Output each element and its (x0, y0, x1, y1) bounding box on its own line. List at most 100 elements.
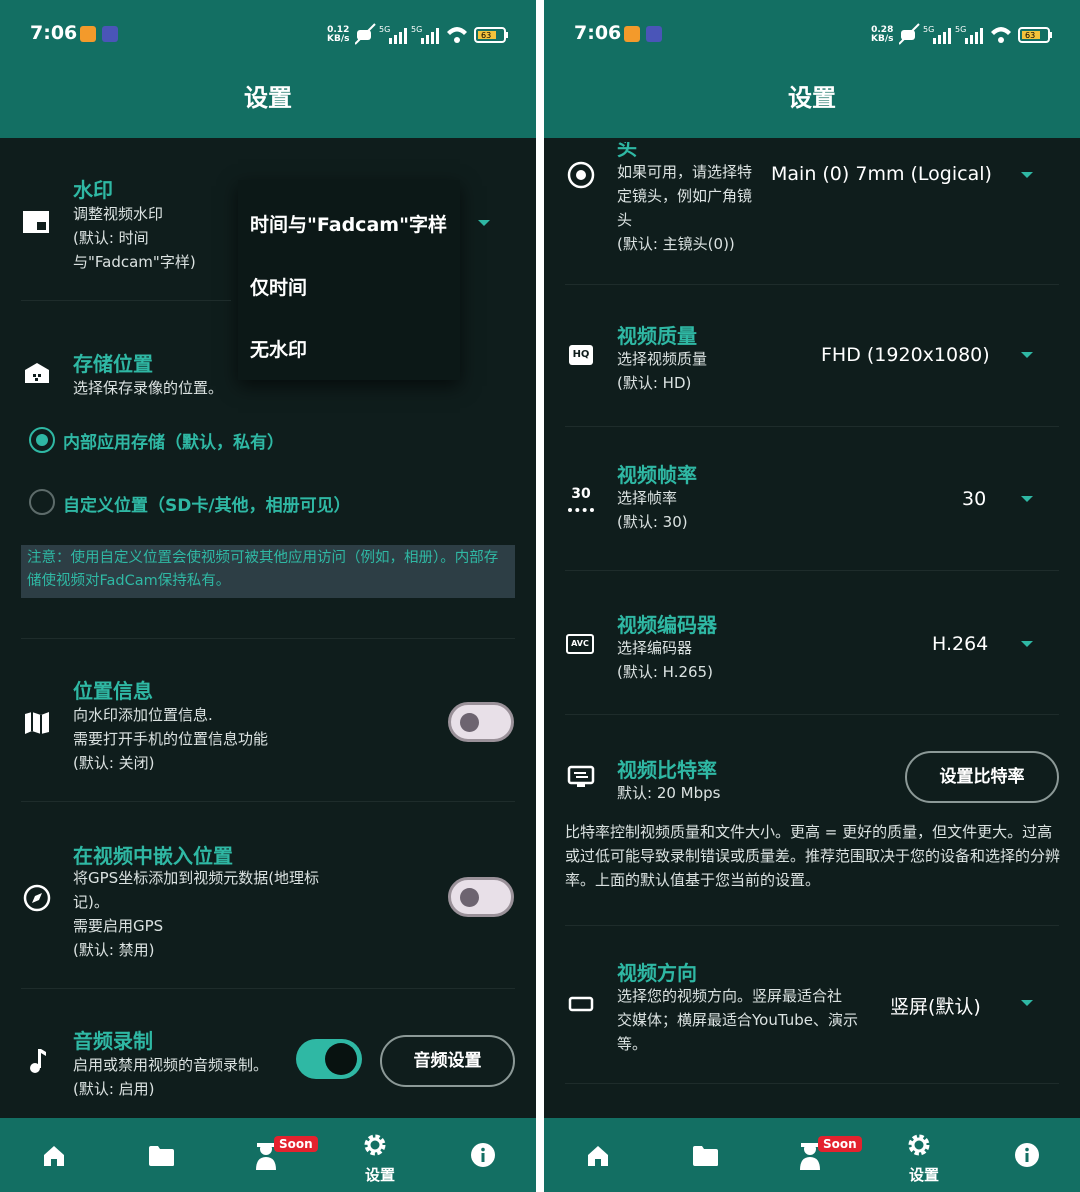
app-notification-icon (80, 26, 96, 42)
audio-default: (默认: 启用) (73, 1080, 155, 1098)
audio-settings-button[interactable]: 音频设置 (380, 1035, 515, 1087)
gear-icon (364, 1134, 386, 1156)
divider (21, 988, 515, 989)
quality-select[interactable]: FHD (1920x1080) (821, 344, 990, 366)
embed-location-desc: 将GPS坐标添加到视频元数据(地理标 (73, 869, 320, 887)
framerate-icon: 30 (568, 486, 594, 512)
watermark-title: 水印 (73, 178, 113, 202)
divider (565, 714, 1059, 715)
nav-settings-label: 设置 (908, 1166, 939, 1184)
storage-title: 存储位置 (73, 352, 153, 376)
lens-default: (默认: 主镜头(0)) (617, 235, 735, 253)
divider (565, 284, 1059, 285)
page-title: 设置 (244, 84, 292, 112)
lens-select[interactable]: Main (0) 7mm (Logical) (771, 163, 992, 185)
audio-title: 音频录制 (73, 1029, 153, 1053)
nav-settings-label: 设置 (364, 1166, 395, 1184)
embed-location-title: 在视频中嵌入位置 (73, 844, 233, 868)
app-bar: 设置 (0, 66, 536, 138)
svg-text:5G: 5G (955, 25, 966, 34)
network-speed: 0.12 KB/s (327, 25, 350, 44)
hq-icon: HQ (569, 345, 593, 365)
codec-title: 视频编码器 (617, 613, 717, 637)
folder-icon[interactable] (692, 1145, 719, 1167)
compass-icon (23, 884, 51, 912)
picture-in-picture-icon (23, 211, 49, 233)
lens-desc: 定镜头，例如广角镜 (617, 187, 753, 205)
svg-text:5G: 5G (923, 25, 934, 34)
bitrate-default: 默认: 20 Mbps (617, 784, 721, 802)
audio-desc: 启用或禁用视频的音频录制。 (73, 1056, 269, 1074)
avc-icon: AVC (566, 634, 594, 654)
home-icon[interactable] (42, 1144, 66, 1168)
info-icon[interactable] (470, 1142, 496, 1168)
app-notification-icon (102, 26, 118, 42)
location-toggle[interactable] (448, 702, 514, 742)
svg-text:63: 63 (1025, 31, 1035, 40)
codec-select[interactable]: H.264 (932, 633, 988, 655)
embed-location-default: (默认: 禁用) (73, 941, 155, 959)
right-screen: 7:06 0.28 KB/s 5G 5G 63 设置 头 如果可用，请选择特 定镜… (544, 0, 1080, 1192)
chevron-down-icon[interactable] (478, 220, 490, 226)
status-icons: 5G 5G 63 (899, 23, 1052, 45)
dropdown-option[interactable]: 仅时间 (250, 273, 307, 300)
svg-text:5G: 5G (379, 25, 390, 34)
bitrate-title: 视频比特率 (617, 758, 717, 782)
divider (565, 426, 1059, 427)
gear-icon (908, 1134, 930, 1156)
page-title: 设置 (788, 84, 836, 112)
quality-title: 视频质量 (617, 324, 697, 348)
chevron-down-icon[interactable] (1021, 496, 1033, 502)
app-notification-icon (646, 26, 662, 42)
quality-default: (默认: HD) (617, 374, 692, 392)
audio-toggle[interactable] (296, 1039, 362, 1079)
status-time: 7:06 (574, 22, 622, 44)
watermark-dropdown-menu: 时间与"Fadcam"字样 仅时间 无水印 (238, 180, 460, 380)
storage-desc: 选择保存录像的位置。 (73, 379, 224, 397)
orientation-select[interactable]: 竖屏(默认) (890, 992, 981, 1019)
dropdown-option[interactable]: 时间与"Fadcam"字样 (250, 210, 447, 237)
chevron-down-icon[interactable] (1021, 172, 1033, 178)
folder-icon[interactable] (148, 1145, 175, 1167)
quality-desc: 选择视频质量 (617, 350, 708, 368)
radio-internal-storage[interactable] (29, 427, 55, 453)
codec-desc: 选择编码器 (617, 639, 693, 657)
location-desc: 需要打开手机的位置信息功能 (73, 730, 269, 748)
chevron-down-icon[interactable] (1021, 1000, 1033, 1006)
divider (21, 638, 515, 639)
codec-default: (默认: H.265) (617, 663, 713, 681)
orientation-title: 视频方向 (617, 961, 697, 985)
embed-location-toggle[interactable] (448, 877, 514, 917)
framerate-select[interactable]: 30 (962, 488, 986, 510)
storage-icon (25, 363, 49, 383)
info-icon[interactable] (1014, 1142, 1040, 1168)
radio-button-icon (567, 161, 595, 189)
bitrate-icon (567, 765, 595, 787)
lens-desc: 如果可用，请选择特 (617, 163, 753, 181)
app-notification-icon (624, 26, 640, 42)
svg-text:5G: 5G (411, 25, 422, 34)
map-icon (25, 712, 49, 734)
soon-badge: Soon (274, 1136, 318, 1152)
screen-orientation-icon (568, 996, 594, 1012)
watermark-default: 与"Fadcam"字样) (73, 253, 196, 271)
divider (565, 925, 1059, 926)
radio-label[interactable]: 自定义位置（SD卡/其他，相册可见） (63, 491, 351, 516)
radio-custom-storage[interactable] (29, 489, 55, 515)
home-icon[interactable] (586, 1144, 610, 1168)
dropdown-option[interactable]: 无水印 (250, 335, 307, 362)
chevron-down-icon[interactable] (1021, 352, 1033, 358)
set-bitrate-button[interactable]: 设置比特率 (905, 751, 1059, 803)
divider (565, 570, 1059, 571)
radio-label[interactable]: 内部应用存储（默认，私有） (63, 428, 284, 453)
svg-text:63: 63 (481, 31, 491, 40)
orientation-desc: 交媒体；横屏最适合YouTube、演示 (617, 1011, 858, 1029)
chevron-down-icon[interactable] (1021, 641, 1033, 647)
left-screen: 7:06 0.12 KB/s 5G 5G 63 设置 水印 调整视频水印 (默认:… (0, 0, 536, 1192)
watermark-default: (默认: 时间 (73, 229, 149, 247)
location-default: (默认: 关闭) (73, 754, 155, 772)
divider (565, 1083, 1059, 1084)
embed-location-desc: 需要启用GPS (73, 917, 164, 935)
status-icons: 5G 5G 63 (355, 23, 508, 45)
location-title: 位置信息 (73, 679, 153, 703)
